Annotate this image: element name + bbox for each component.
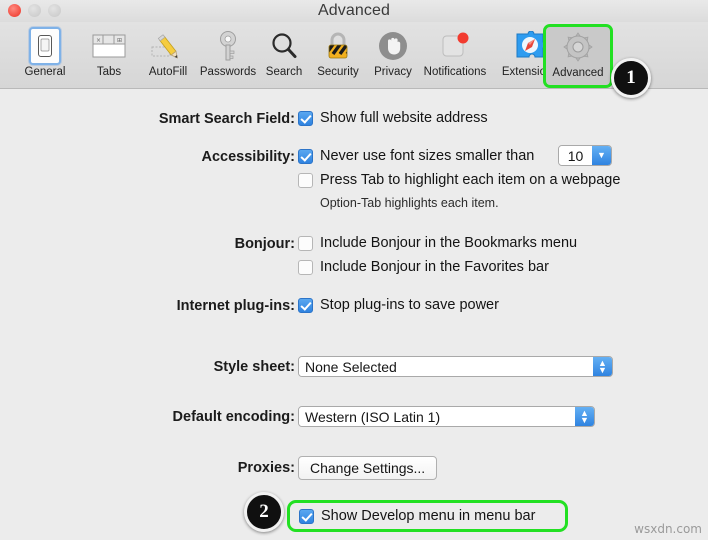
advanced-preferences-pane: Smart Search Field: Show full website ad… <box>0 89 708 540</box>
svg-text:⊞: ⊞ <box>117 37 122 44</box>
preferences-toolbar: General × ⊞ Tabs AutoFill Passwords Sear… <box>0 22 708 89</box>
font-size-value: 10 <box>559 146 592 165</box>
notification-badge-icon <box>435 27 475 65</box>
callout-badge-2: 2 <box>244 492 284 532</box>
style-sheet-label: Style sheet: <box>213 359 295 375</box>
bonjour-bookmarks-checkbox[interactable] <box>298 235 313 251</box>
show-develop-menu-checkbox-row[interactable]: Show Develop menu in menu bar <box>299 508 535 524</box>
show-develop-menu-checkbox[interactable] <box>299 508 314 524</box>
default-encoding-value: Western (ISO Latin 1) <box>299 407 575 426</box>
tab-search[interactable]: Search <box>253 24 315 86</box>
device-icon <box>25 27 65 65</box>
gear-icon <box>558 28 598 66</box>
pencil-form-icon <box>148 27 188 65</box>
tab-security[interactable]: Security <box>307 24 369 86</box>
change-settings-button[interactable]: Change Settings... <box>298 456 438 480</box>
chevron-up-down-icon[interactable]: ▲ ▼ <box>593 357 612 376</box>
watermark: wsxdn.com <box>634 522 702 536</box>
show-full-address-label: Show full website address <box>320 110 488 126</box>
style-sheet-value: None Selected <box>299 357 593 376</box>
padlock-icon <box>318 27 358 65</box>
style-sheet-popup[interactable]: None Selected ▲ ▼ <box>298 356 613 377</box>
tab-label: Privacy <box>374 66 412 78</box>
default-encoding-popup[interactable]: Western (ISO Latin 1) ▲ ▼ <box>298 406 595 427</box>
default-encoding-label: Default encoding: <box>172 409 295 425</box>
tab-advanced[interactable]: Advanced <box>543 24 613 88</box>
tab-label: Notifications <box>423 66 487 78</box>
internet-plugins-label: Internet plug-ins: <box>176 298 295 314</box>
min-font-size-checkbox-row[interactable]: Never use font sizes smaller than <box>298 148 534 164</box>
bonjour-favorites-label: Include Bonjour in the Favorites bar <box>320 259 549 275</box>
tab-label: Tabs <box>96 66 122 78</box>
bonjour-label: Bonjour: <box>234 236 295 252</box>
tab-label: Passwords <box>199 66 257 78</box>
callout-badge-1: 1 <box>611 58 651 98</box>
chevron-up-down-icon[interactable]: ▲ ▼ <box>575 407 594 426</box>
min-font-size-checkbox[interactable] <box>298 148 313 164</box>
tab-label: Security <box>317 66 359 78</box>
proxies-label: Proxies: <box>237 460 295 476</box>
svg-text:×: × <box>96 37 101 44</box>
bonjour-favorites-checkbox[interactable] <box>298 259 313 275</box>
title-bar: Advanced <box>0 0 708 22</box>
accessibility-label: Accessibility: <box>201 149 296 165</box>
bonjour-bookmarks-checkbox-row[interactable]: Include Bonjour in the Bookmarks menu <box>298 235 577 251</box>
press-tab-checkbox-row[interactable]: Press Tab to highlight each item on a we… <box>298 172 620 188</box>
tab-label: AutoFill <box>148 66 188 78</box>
show-full-address-checkbox[interactable] <box>298 110 313 126</box>
tab-notifications[interactable]: Notifications <box>415 24 495 86</box>
develop-menu-highlight-box: Show Develop menu in menu bar <box>287 500 568 532</box>
key-icon <box>208 27 248 65</box>
tab-autofill[interactable]: AutoFill <box>137 24 199 86</box>
font-size-combobox[interactable]: 10 ▼ <box>558 145 612 166</box>
press-tab-checkbox[interactable] <box>298 172 313 188</box>
tab-label: Search <box>265 66 303 78</box>
stop-plugins-label: Stop plug-ins to save power <box>320 297 499 313</box>
stop-plugins-checkbox[interactable] <box>298 297 313 313</box>
option-tab-note: Option-Tab highlights each item. <box>320 196 499 210</box>
hand-stop-icon <box>373 27 413 65</box>
smart-search-field-label: Smart Search Field: <box>158 111 295 127</box>
chevron-down-icon[interactable]: ▼ <box>592 146 611 165</box>
tab-tabs[interactable]: × ⊞ Tabs <box>78 24 140 86</box>
bonjour-favorites-checkbox-row[interactable]: Include Bonjour in the Favorites bar <box>298 259 549 275</box>
tab-label: General <box>24 66 66 78</box>
tab-label: Advanced <box>552 67 604 79</box>
magnifier-icon <box>264 27 304 65</box>
tabs-icon: × ⊞ <box>89 27 129 65</box>
bonjour-bookmarks-label: Include Bonjour in the Bookmarks menu <box>320 235 578 251</box>
show-full-address-checkbox-row[interactable]: Show full website address <box>298 110 488 126</box>
window-title: Advanced <box>318 2 390 19</box>
tab-passwords[interactable]: Passwords <box>197 24 259 86</box>
min-font-size-label: Never use font sizes smaller than <box>320 148 535 164</box>
preferences-window: Advanced General × ⊞ Tabs AutoFill Passw… <box>0 0 708 540</box>
show-develop-menu-label: Show Develop menu in menu bar <box>321 508 536 524</box>
stop-plugins-checkbox-row[interactable]: Stop plug-ins to save power <box>298 297 499 313</box>
tab-general[interactable]: General <box>14 24 76 86</box>
press-tab-label: Press Tab to highlight each item on a we… <box>320 172 621 188</box>
